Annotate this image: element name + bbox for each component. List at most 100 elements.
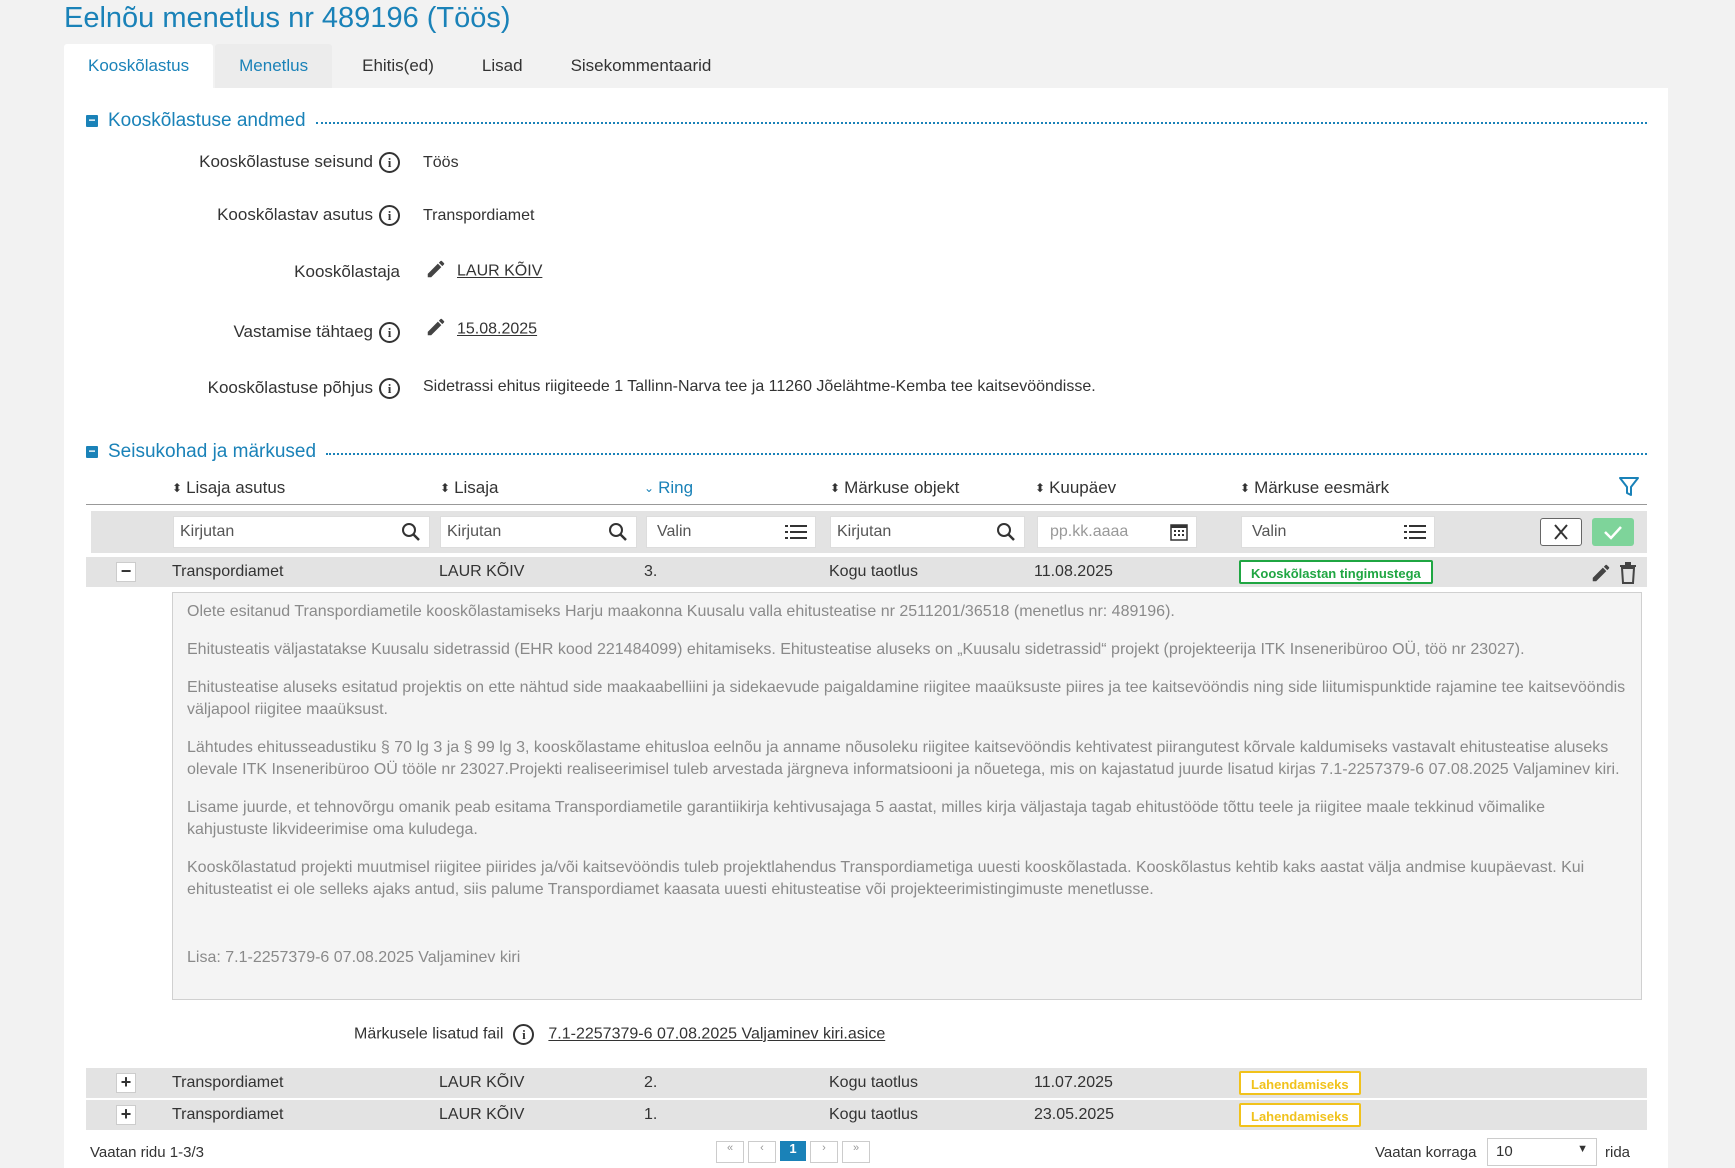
cell-kuupaev: 11.08.2025	[1034, 563, 1113, 580]
cell-asutus: Transpordiamet	[172, 563, 284, 580]
cell-ring: 2.	[644, 1074, 658, 1091]
field-label: Kooskõlastaja	[294, 262, 400, 281]
clear-filter-button[interactable]	[1540, 518, 1582, 546]
trash-icon[interactable]	[1619, 562, 1637, 589]
table-row[interactable]: + Transpordiamet LAUR KÕIV 1. Kogu taotl…	[86, 1100, 1647, 1130]
filter-eesmark-select[interactable]: Valin	[1241, 516, 1435, 548]
sort-icon: ⬍	[830, 481, 841, 495]
filter-lisaja-input[interactable]: Kirjutan	[440, 516, 637, 548]
info-icon[interactable]: i	[513, 1024, 535, 1045]
sort-icon: ⬍	[1035, 481, 1046, 495]
field-label: Vastamise tähtaeg	[233, 322, 373, 341]
tab-lisad[interactable]: Lisad	[458, 44, 547, 90]
filter-asutus-input[interactable]: Kirjutan	[173, 516, 430, 548]
info-icon[interactable]: i	[379, 205, 400, 227]
expand-row-button[interactable]: +	[116, 1073, 136, 1093]
rows-info: Vaatan ridu 1-3/3	[90, 1144, 204, 1161]
info-icon[interactable]: i	[379, 378, 400, 400]
cell-ring: 3.	[644, 563, 658, 580]
field-label: Kooskõlastav asutus	[217, 205, 373, 224]
field-row-tahtaeg: Vastamise tähtaeg i	[0, 320, 400, 350]
section-seisukohad: − Seisukohad ja märkused	[86, 441, 1647, 463]
column-header-lisaja[interactable]: ⬍ Lisaja	[440, 478, 498, 498]
field-label: Kooskõlastuse põhjus	[207, 378, 373, 397]
expand-row-button[interactable]: +	[116, 1105, 136, 1125]
section-divider	[315, 122, 1647, 124]
field-label: Kooskõlastuse seisund	[199, 152, 373, 171]
field-value-asutus: Transpordiamet	[423, 207, 535, 224]
collapse-row-button[interactable]: −	[116, 562, 136, 582]
search-icon	[996, 522, 1016, 553]
field-row-kooskolastaja: Kooskõlastaja	[0, 262, 400, 292]
section-kooskolastuse-andmed: − Kooskõlastuse andmed	[86, 110, 1647, 132]
sort-icon: ⬍	[440, 481, 451, 495]
per-page-select[interactable]: 10 ▼	[1487, 1138, 1597, 1166]
table-row[interactable]: + Transpordiamet LAUR KÕIV 2. Kogu taotl…	[86, 1068, 1647, 1098]
info-icon[interactable]: i	[379, 152, 400, 174]
tab-ehitised[interactable]: Ehitis(ed)	[338, 44, 458, 90]
remark-detail-text: Olete esitanud Transpordiametile kooskõl…	[172, 592, 1642, 1000]
sort-icon: ⬍	[1240, 481, 1251, 495]
list-icon	[1404, 522, 1426, 553]
field-row-seisund: Kooskõlastuse seisund i	[0, 150, 400, 180]
close-icon	[1554, 524, 1568, 540]
kooskolastaja-link[interactable]: LAUR KÕIV	[457, 263, 542, 280]
status-badge: Lahendamiseks	[1239, 1071, 1361, 1095]
tab-menetlus[interactable]: Menetlus	[215, 44, 333, 90]
column-header-kuupaev[interactable]: ⬍ Kuupäev	[1035, 478, 1116, 498]
attached-file-link[interactable]: 7.1-2257379-6 07.08.2025 Valjaminev kiri…	[548, 1026, 885, 1043]
page-button-current[interactable]: 1	[780, 1141, 806, 1161]
tab-kooskolastus[interactable]: Kooskõlastus	[64, 44, 214, 90]
collapse-icon[interactable]: −	[86, 114, 98, 127]
attached-file-row: Märkusele lisatud fail i 7.1-2257379-6 07.…	[354, 1024, 885, 1045]
status-badge: Kooskõlastan tingimustega	[1239, 560, 1433, 584]
column-header-ring[interactable]: ⌄ Ring	[644, 478, 693, 498]
cell-ring: 1.	[644, 1106, 658, 1123]
collapse-icon[interactable]: −	[86, 445, 98, 458]
attached-file-label: Märkusele lisatud fail	[354, 1025, 504, 1043]
last-page-icon[interactable]: »	[842, 1141, 870, 1163]
info-icon[interactable]: i	[379, 322, 400, 344]
pagination: « ‹ 1 › »	[716, 1141, 870, 1163]
cell-objekt: Kogu taotlus	[829, 563, 918, 580]
tahtaeg-link[interactable]: 15.08.2025	[457, 321, 537, 338]
pencil-icon[interactable]	[425, 258, 447, 285]
cell-kuupaev: 23.05.2025	[1034, 1106, 1115, 1123]
filter-objekt-input[interactable]: Kirjutan	[830, 516, 1025, 548]
tab-sisekommentaarid[interactable]: Sisekommentaarid	[547, 44, 736, 90]
page-title: Eelnõu menetlus nr 489196 (Töös)	[64, 2, 511, 34]
cell-kuupaev: 11.07.2025	[1034, 1074, 1113, 1091]
section-title: Seisukohad ja märkused	[108, 441, 317, 462]
filter-kuupaev-input[interactable]: pp.kk.aaaa	[1037, 516, 1197, 548]
field-value-pohjus: Sidetrassi ehitus riigiteede 1 Tallinn-N…	[423, 378, 1096, 395]
filter-icon[interactable]	[1619, 476, 1639, 503]
table-row[interactable]: − Transpordiamet LAUR KÕIV 3. Kogu taotl…	[86, 557, 1647, 587]
field-row-asutus: Kooskõlastav asutus i	[0, 203, 400, 233]
chevron-down-icon: ▼	[1577, 1143, 1588, 1155]
column-header-asutus[interactable]: ⬍ Lisaja asutus	[172, 478, 285, 498]
next-page-icon[interactable]: ›	[810, 1141, 838, 1163]
search-icon	[401, 522, 421, 553]
cell-lisaja: LAUR KÕIV	[439, 1074, 525, 1091]
calendar-icon	[1170, 522, 1188, 552]
apply-filter-button[interactable]	[1592, 518, 1634, 546]
sort-desc-icon: ⌄	[644, 481, 655, 495]
cell-objekt: Kogu taotlus	[829, 1106, 918, 1123]
section-divider	[326, 453, 1647, 455]
first-page-icon[interactable]: «	[716, 1141, 744, 1163]
filter-ring-select[interactable]: Valin	[646, 516, 816, 548]
column-header-objekt[interactable]: ⬍ Märkuse objekt	[830, 478, 959, 498]
edit-icon[interactable]	[1590, 562, 1612, 589]
prev-page-icon[interactable]: ‹	[748, 1141, 776, 1163]
field-value-kooskolastaja: LAUR KÕIV	[425, 258, 542, 285]
column-header-eesmark[interactable]: ⬍ Märkuse eesmärk	[1240, 478, 1389, 498]
field-row-pohjus: Kooskõlastuse põhjus i	[0, 376, 400, 406]
pencil-icon[interactable]	[425, 316, 447, 343]
cell-asutus: Transpordiamet	[172, 1074, 284, 1091]
tab-bar: Kooskõlastus Menetlus Ehitis(ed) Lisad S…	[64, 44, 735, 90]
list-icon	[785, 522, 807, 553]
cell-objekt: Kogu taotlus	[829, 1074, 918, 1091]
sort-icon: ⬍	[172, 481, 183, 495]
field-value-tahtaeg: 15.08.2025	[425, 316, 537, 343]
field-value-seisund: Töös	[423, 154, 459, 171]
